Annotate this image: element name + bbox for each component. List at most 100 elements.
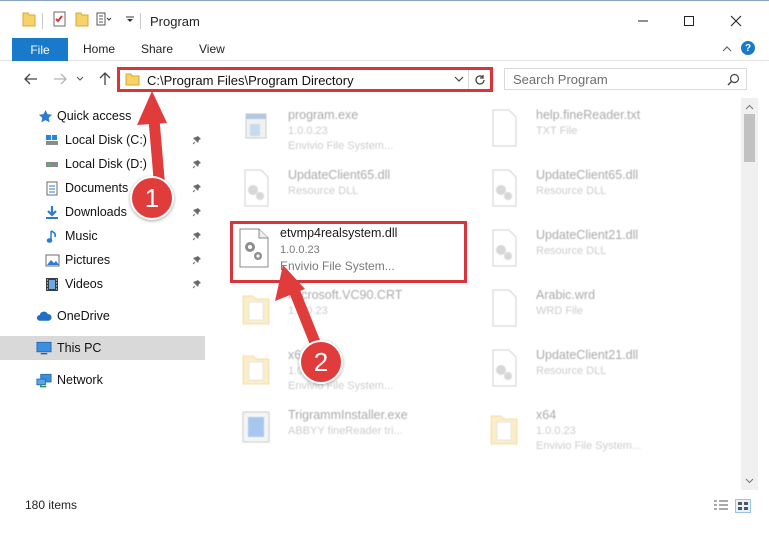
maximize-button[interactable] (666, 7, 712, 35)
title-bar: Program (0, 0, 769, 38)
file-item[interactable]: UpdateClient65.dll Resource DLL (466, 162, 716, 220)
expand-ribbon-icon[interactable] (721, 43, 733, 57)
sidebar-item-local-disk-d[interactable]: Local Disk (D:) (0, 152, 205, 176)
file-name: etvmp4realsystem.dll (280, 226, 398, 240)
pin-icon[interactable] (192, 206, 202, 220)
file-item[interactable]: UpdateClient21.dll Resource DLL (466, 222, 716, 280)
file-name: x64 (536, 408, 557, 422)
sidebar-item-pictures[interactable]: Pictures (0, 248, 205, 272)
computer-icon (36, 340, 52, 356)
file-item[interactable]: Microsoft.VC90.CRT 1.0.0.23 (218, 282, 468, 340)
back-button[interactable] (21, 69, 41, 89)
arrow-up-icon (99, 72, 111, 85)
file-description: ABBYY fineReader tri... (288, 425, 403, 437)
drive-icon (44, 156, 60, 172)
forward-button[interactable] (50, 69, 70, 89)
help-icon[interactable]: ? (741, 41, 755, 55)
file-item[interactable]: Arabic.wrd WRD File (466, 282, 716, 340)
sidebar-item-label: Videos (65, 277, 103, 291)
file-item-etvmp4realsystem-dll[interactable]: etvmp4realsystem.dll 1.0.0.23 Envivio Fi… (230, 221, 467, 283)
txt-icon (488, 108, 520, 148)
file-name: help.fineReader.txt (536, 108, 641, 122)
sidebar-item-label: Documents (65, 181, 129, 195)
file-item[interactable]: UpdateClient21.dll Resource DLL (466, 342, 716, 400)
file-type: Resource DLL (536, 365, 607, 377)
scrollbar-thumb[interactable] (744, 114, 755, 162)
sidebar-item-onedrive[interactable]: OneDrive (0, 304, 205, 328)
file-item[interactable]: TrigrammInstaller.exe ABBYY fineReader t… (218, 402, 468, 460)
properties-icon[interactable] (52, 11, 68, 30)
minimize-button[interactable] (620, 7, 666, 35)
sidebar-item-local-disk-c[interactable]: Local Disk (C:) (0, 128, 205, 152)
chevron-down-icon[interactable] (125, 13, 135, 27)
new-folder-icon[interactable] (75, 11, 89, 30)
window-title: Program (150, 14, 200, 29)
downloads-icon (44, 204, 60, 220)
sidebar-item-documents[interactable]: Documents (0, 176, 205, 200)
videos-icon (44, 276, 60, 292)
sidebar-item-downloads[interactable]: Downloads (0, 200, 205, 224)
refresh-icon (474, 74, 485, 85)
sidebar-item-label: Local Disk (D:) (65, 157, 147, 171)
file-name: UpdateClient65.dll (288, 168, 391, 182)
address-path[interactable]: C:\Program Files\Program Directory (147, 73, 354, 88)
pin-icon[interactable] (192, 182, 202, 196)
scroll-up-icon[interactable] (745, 102, 754, 111)
arrow-right-icon (54, 73, 67, 85)
close-icon (730, 15, 742, 27)
file-item[interactable]: x64 1.0.0.23 Envivio File System... (218, 342, 468, 400)
folder-icon (488, 408, 520, 448)
file-item[interactable]: UpdateClient65.dll Resource DLL (218, 162, 468, 220)
tiles-view-icon[interactable] (735, 499, 751, 513)
tab-home[interactable]: Home (83, 42, 115, 56)
arrow-left-icon (24, 73, 37, 85)
sidebar-item-label: Local Disk (C:) (65, 133, 147, 147)
documents-icon (44, 180, 60, 196)
pin-icon[interactable] (192, 230, 202, 244)
pin-icon[interactable] (192, 158, 202, 172)
refresh-button[interactable] (468, 70, 490, 89)
file-list: program.exe 1.0.0.23 Envivio File System… (210, 100, 740, 490)
file-type: Resource DLL (288, 185, 359, 197)
file-item[interactable]: program.exe 1.0.0.23 Envivio File System… (218, 102, 468, 160)
file-item[interactable]: x64 1.0.0.23 Envivio File System... (466, 402, 716, 460)
pin-icon[interactable] (192, 254, 202, 268)
scroll-down-icon[interactable] (745, 476, 754, 485)
dll-icon (488, 168, 520, 208)
sidebar-item-network[interactable]: Network (0, 368, 205, 392)
file-name: Arabic.wrd (536, 288, 596, 302)
cloud-icon (36, 308, 52, 324)
search-box[interactable] (504, 68, 747, 90)
search-icon[interactable] (727, 73, 740, 89)
search-input[interactable] (513, 71, 713, 87)
close-button[interactable] (713, 7, 759, 35)
folder-icon (22, 11, 36, 30)
chevron-down-icon[interactable] (454, 73, 464, 87)
sidebar-item-videos[interactable]: Videos (0, 272, 205, 296)
sidebar-item-music[interactable]: Music (0, 224, 205, 248)
pictures-icon (44, 252, 60, 268)
tab-file[interactable]: File (12, 38, 68, 61)
file-type: Resource DLL (536, 245, 607, 257)
customize-toolbar-icon[interactable] (96, 11, 112, 30)
pin-icon[interactable] (192, 134, 202, 148)
up-button[interactable] (95, 69, 115, 89)
dll-icon (240, 168, 272, 208)
navigation-pane: Quick access Local Disk (C:) Local Disk … (0, 100, 210, 490)
step-2-badge: 2 (299, 340, 343, 384)
dll-icon (236, 227, 269, 268)
tab-share[interactable]: Share (141, 42, 173, 56)
file-name: Microsoft.VC90.CRT (288, 288, 403, 302)
tab-view[interactable]: View (199, 42, 225, 56)
vertical-scrollbar[interactable] (741, 98, 758, 490)
details-view-icon[interactable] (713, 499, 729, 513)
sidebar-item-label: OneDrive (57, 309, 110, 323)
sidebar-item-quick-access[interactable]: Quick access (0, 104, 205, 128)
item-count: 180 items (25, 498, 78, 512)
file-version: 1.0.0.23 (280, 244, 320, 256)
address-bar[interactable]: C:\Program Files\Program Directory (117, 67, 493, 92)
file-item[interactable]: help.fineReader.txt TXT File (466, 102, 716, 160)
sidebar-item-this-pc[interactable]: This PC (0, 336, 205, 360)
recent-locations-button[interactable] (74, 69, 86, 89)
pin-icon[interactable] (192, 278, 202, 292)
